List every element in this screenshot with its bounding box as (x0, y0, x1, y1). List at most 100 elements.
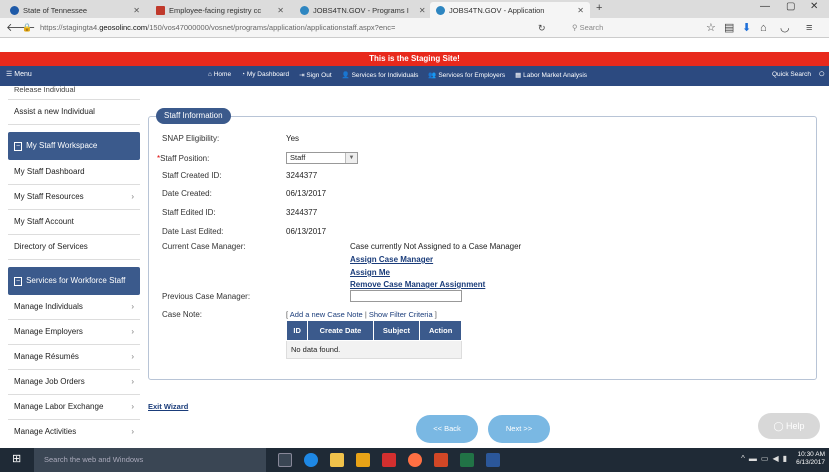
remove-case-manager-link[interactable]: Remove Case Manager Assignment (350, 280, 485, 289)
taskbar-clock[interactable]: 10:30 AM 6/13/2017 (796, 451, 825, 467)
assign-me-link[interactable]: Assign Me (350, 268, 390, 277)
current-case-manager-label: Current Case Manager: (162, 242, 246, 251)
case-manager-status: Case currently Not Assigned to a Case Ma… (350, 242, 522, 251)
store-icon[interactable] (356, 453, 370, 467)
browser-search-field[interactable]: ⚲ Search (572, 21, 692, 35)
sidebar-item-manage-employers[interactable]: Manage Employers › (8, 320, 140, 345)
task-view-icon[interactable] (278, 453, 292, 467)
nav-link-dashboard[interactable]: ◔ My Dashboard (241, 71, 289, 79)
word-icon[interactable] (486, 453, 500, 467)
jobs4tn-favicon-icon (436, 5, 445, 15)
nav-link-label: Labor Market Analysis (523, 72, 588, 79)
system-tray-icons[interactable]: ^▬▭◀▮ (741, 454, 791, 463)
next-button[interactable]: Next >> (488, 415, 550, 443)
sidebar-item-assist-individual[interactable]: Assist a new Individual (8, 100, 140, 125)
snap-eligibility-label: SNAP Eligibility: (162, 134, 220, 143)
sidebar-item-label: Manage Job Orders (14, 377, 85, 386)
nav-link-individuals[interactable]: 👤 Services for Individuals (342, 71, 419, 79)
nav-link-label: Services for Individuals (351, 72, 419, 79)
previous-case-manager-field[interactable] (350, 290, 462, 302)
tab-state-of-tennessee[interactable]: State of Tennessee ✕ (4, 2, 146, 18)
file-explorer-icon[interactable] (330, 453, 344, 467)
case-note-links: [ Add a new Case Note | Show Filter Crit… (286, 310, 437, 319)
sidebar-item-release-individual[interactable]: Release Individual (8, 86, 140, 100)
hamburger-menu-icon[interactable]: ≡ (806, 21, 812, 35)
case-note-label: Case Note: (162, 310, 203, 319)
add-case-note-link[interactable]: Add a new Case Note (290, 310, 363, 319)
help-button[interactable]: ◯ Help (758, 413, 820, 439)
sidebar-item-directory-of-services[interactable]: Directory of Services (8, 235, 140, 260)
staff-created-id-label: Staff Created ID: (162, 171, 222, 180)
staging-banner: This is the Staging Site! (0, 52, 829, 66)
tab-employee-registry[interactable]: Employee-facing registry cc ✕ (150, 2, 290, 18)
sidebar-item-label: Manage Individuals (14, 302, 83, 311)
tab-jobs4tn-programs[interactable]: JOBS4TN.GOV - Programs I ✕ (294, 2, 426, 18)
staff-position-select[interactable]: Staff ▼ (286, 152, 358, 164)
quick-search-link[interactable]: Quick Search (772, 71, 811, 78)
minimize-icon[interactable]: — (760, 1, 770, 12)
sidebar-item-manage-labor-exchange[interactable]: Manage Labor Exchange › (8, 395, 140, 420)
nav-link-labor-market[interactable]: ▦ Labor Market Analysis (515, 71, 587, 79)
sidebar-item-my-staff-account[interactable]: My Staff Account (8, 210, 140, 235)
home-icon[interactable]: ⌂ (760, 21, 767, 35)
search-icon[interactable]: ○ (818, 68, 825, 80)
column-header-id[interactable]: ID (285, 320, 309, 341)
nav-link-label: My Dashboard (246, 71, 290, 78)
sidebar-item-my-staff-resources[interactable]: My Staff Resources › (8, 185, 140, 210)
sidebar-item-label: Manage Employers (14, 327, 83, 336)
tab-jobs4tn-application[interactable]: JOBS4TN.GOV - Application ✕ (430, 2, 590, 18)
column-header-action[interactable]: Action (419, 320, 462, 341)
case-notes-table: ID Create Date Subject Action No data fo… (285, 320, 462, 359)
reload-icon[interactable]: ↻ (538, 21, 546, 35)
nav-link-employers[interactable]: 👥 Services for Employers (428, 71, 505, 79)
close-tab-icon[interactable]: ✕ (127, 6, 140, 15)
menu-button[interactable]: ☰ Menu (6, 70, 32, 78)
assign-case-manager-link[interactable]: Assign Case Manager (350, 255, 433, 264)
sidebar-section-my-staff-workspace[interactable]: − My Staff Workspace (8, 132, 140, 160)
download-icon[interactable]: ⬇ (742, 21, 751, 35)
site-nav-bar: ☰ Menu ⌂ Home ◔ My Dashboard ⇥ Sign Out … (0, 66, 829, 86)
chevron-right-icon: › (131, 327, 134, 336)
excel-icon[interactable] (460, 453, 474, 467)
taskbar-search-field[interactable]: Search the web and Windows (34, 448, 266, 472)
nav-link-sign-out[interactable]: ⇥ Sign Out (299, 71, 332, 79)
show-filter-criteria-link[interactable]: Show Filter Criteria (369, 310, 433, 319)
sidebar-item-label: Directory of Services (14, 242, 88, 251)
chevron-right-icon: › (131, 192, 134, 201)
sidebar-item-manage-job-orders[interactable]: Manage Job Orders › (8, 370, 140, 395)
table-header-row: ID Create Date Subject Action (285, 320, 462, 341)
date-created-value: 06/13/2017 (286, 189, 327, 198)
sidebar-item-manage-individuals[interactable]: Manage Individuals › (8, 295, 140, 320)
bracket-close: ] (432, 310, 437, 319)
previous-case-manager-label: Previous Case Manager: (162, 292, 251, 301)
url-field[interactable]: https://stagingta4.geosolinc.com/150/vos… (40, 21, 500, 35)
sidebar-section-workforce-staff[interactable]: − Services for Workforce Staff (8, 267, 140, 295)
maximize-icon[interactable]: ▢ (786, 1, 795, 12)
sidebar-item-label: Manage Résumés (14, 352, 79, 361)
firefox-icon[interactable] (408, 453, 422, 467)
close-tab-icon[interactable]: ✕ (571, 6, 584, 15)
pocket-icon[interactable]: ◡ (780, 21, 790, 35)
nav-link-home[interactable]: ⌂ Home (208, 71, 231, 79)
sidebar-item-manage-activities[interactable]: Manage Activities › (8, 420, 140, 444)
search-placeholder: Search (579, 23, 604, 32)
column-header-subject[interactable]: Subject (372, 320, 421, 341)
close-tab-icon[interactable]: ✕ (413, 6, 426, 15)
bookmark-star-icon[interactable]: ☆ (706, 21, 716, 35)
back-button[interactable]: << Back (416, 415, 478, 443)
library-icon[interactable]: ▤ (724, 21, 734, 35)
magnifier-icon: ⚲ (572, 23, 580, 32)
close-window-icon[interactable]: ✕ (810, 1, 818, 12)
close-tab-icon[interactable]: ✕ (271, 6, 284, 15)
new-tab-icon[interactable]: + (596, 2, 602, 14)
acrobat-icon[interactable] (382, 453, 396, 467)
edge-browser-icon[interactable] (304, 453, 318, 467)
windows-start-icon[interactable]: ⊞ (12, 454, 22, 465)
sidebar-item-my-staff-dashboard[interactable]: My Staff Dashboard (8, 160, 140, 185)
powerpoint-icon[interactable] (434, 453, 448, 467)
column-header-create-date[interactable]: Create Date (307, 320, 374, 341)
snap-eligibility-value: Yes (286, 134, 300, 143)
sidebar-item-manage-resumes[interactable]: Manage Résumés › (8, 345, 140, 370)
exit-wizard-link[interactable]: Exit Wizard (148, 402, 188, 411)
site-nav-links: ⌂ Home ◔ My Dashboard ⇥ Sign Out 👤 Servi… (208, 71, 587, 79)
